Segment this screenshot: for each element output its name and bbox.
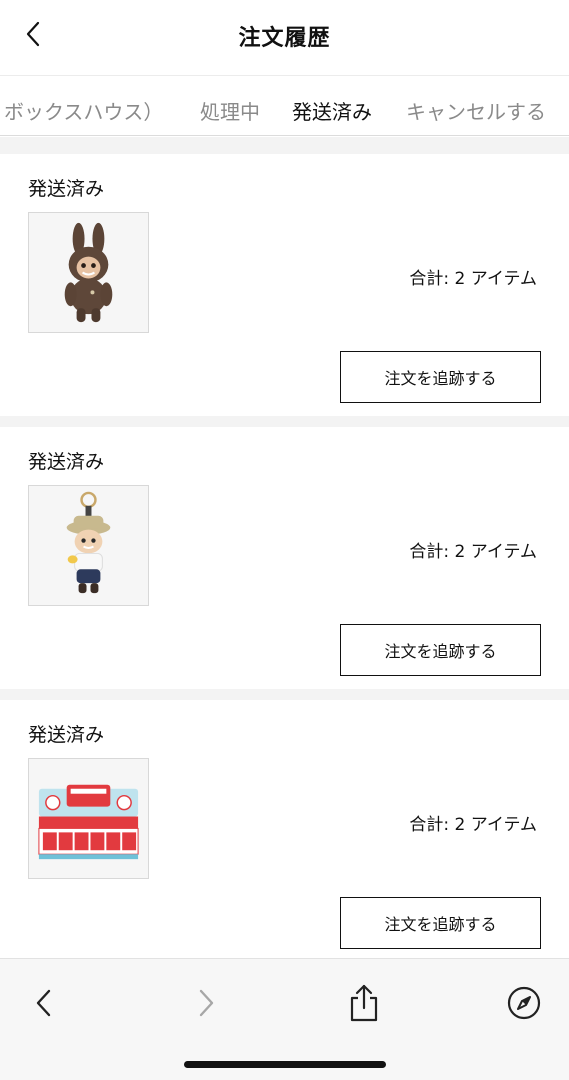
order-status: 発送済み: [28, 178, 105, 200]
tab-processing[interactable]: 処理中: [200, 96, 260, 125]
order-total: 合計: 2 アイテム: [409, 542, 537, 562]
compass-icon: [507, 986, 541, 1020]
order-card: 発送済み 合計: 2 アイテム 注文を追跡する: [0, 154, 569, 416]
share-icon: [350, 984, 378, 1022]
page-title: 注文履歴: [238, 26, 331, 51]
explorer-doll-keychain-image: [29, 486, 148, 605]
order-status: 発送済み: [28, 724, 105, 746]
track-order-button[interactable]: 注文を追跡する: [340, 351, 541, 403]
share-button[interactable]: [342, 981, 386, 1025]
blind-box-set-image: [29, 759, 148, 878]
product-thumbnail[interactable]: [28, 212, 149, 333]
track-order-button[interactable]: 注文を追跡する: [340, 897, 541, 949]
product-thumbnail[interactable]: [28, 758, 149, 879]
order-status: 発送済み: [28, 451, 105, 473]
tab-shipped[interactable]: 発送済み: [292, 96, 372, 125]
tab-shipped-label: 発送済み: [292, 100, 372, 124]
order-list[interactable]: 発送済み 合計: 2 アイテム 注文を追跡する 発送済み 合計: 2 アイテム …: [0, 137, 569, 957]
chevron-left-icon: [36, 989, 51, 1017]
order-card: 発送済み 合計: 2 アイテム 注文を追跡する: [0, 700, 569, 957]
browser-forward-button[interactable]: [184, 981, 228, 1025]
tab-cancel[interactable]: キャンセルする: [406, 96, 546, 125]
track-order-button[interactable]: 注文を追跡する: [340, 624, 541, 676]
chevron-right-icon: [199, 989, 214, 1017]
order-tabs: ボックスハウス） 処理中 発送済み キャンセルする: [0, 76, 569, 136]
order-card: 発送済み 合計: 2 アイテム 注文を追跡する: [0, 427, 569, 689]
browser-back-button[interactable]: [22, 981, 66, 1025]
order-total: 合計: 2 アイテム: [409, 815, 537, 835]
product-thumbnail[interactable]: [28, 485, 149, 606]
browser-toolbar: [0, 958, 569, 1080]
header-bar: 注文履歴: [0, 0, 569, 76]
brown-plush-doll-image: [29, 213, 148, 332]
tab-box-house[interactable]: ボックスハウス）: [4, 96, 163, 125]
order-total: 合計: 2 アイテム: [409, 269, 537, 289]
home-indicator[interactable]: [184, 1061, 386, 1068]
compass-button[interactable]: [502, 981, 546, 1025]
